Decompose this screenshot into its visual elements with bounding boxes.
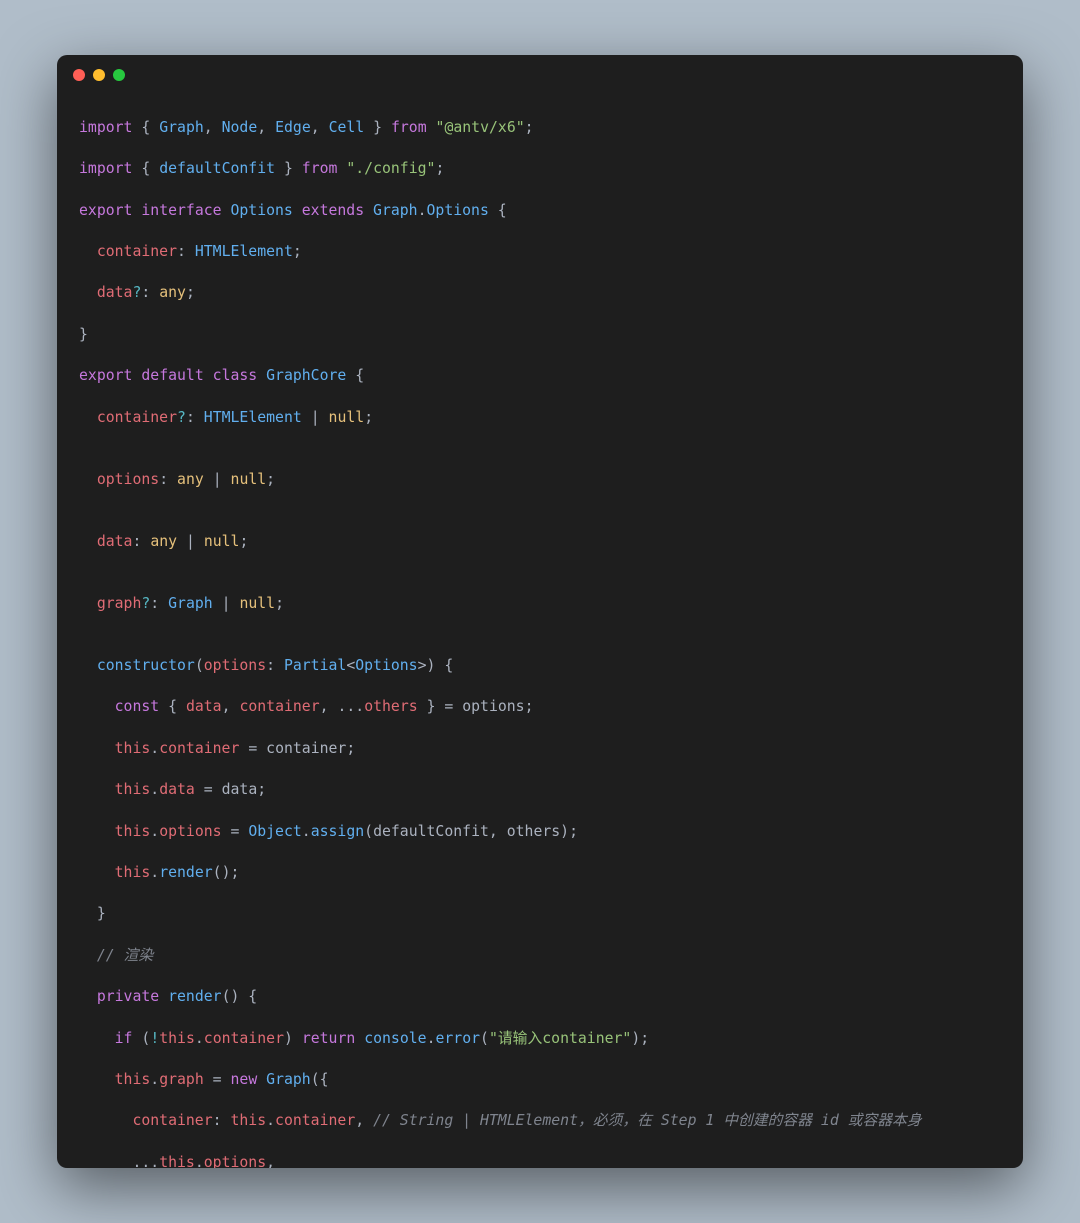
window-titlebar xyxy=(57,55,1023,87)
close-icon[interactable] xyxy=(73,69,85,81)
code-window: import { Graph, Node, Edge, Cell } from … xyxy=(57,55,1023,1168)
zoom-icon[interactable] xyxy=(113,69,125,81)
minimize-icon[interactable] xyxy=(93,69,105,81)
code-editor[interactable]: import { Graph, Node, Edge, Cell } from … xyxy=(57,87,1023,1168)
